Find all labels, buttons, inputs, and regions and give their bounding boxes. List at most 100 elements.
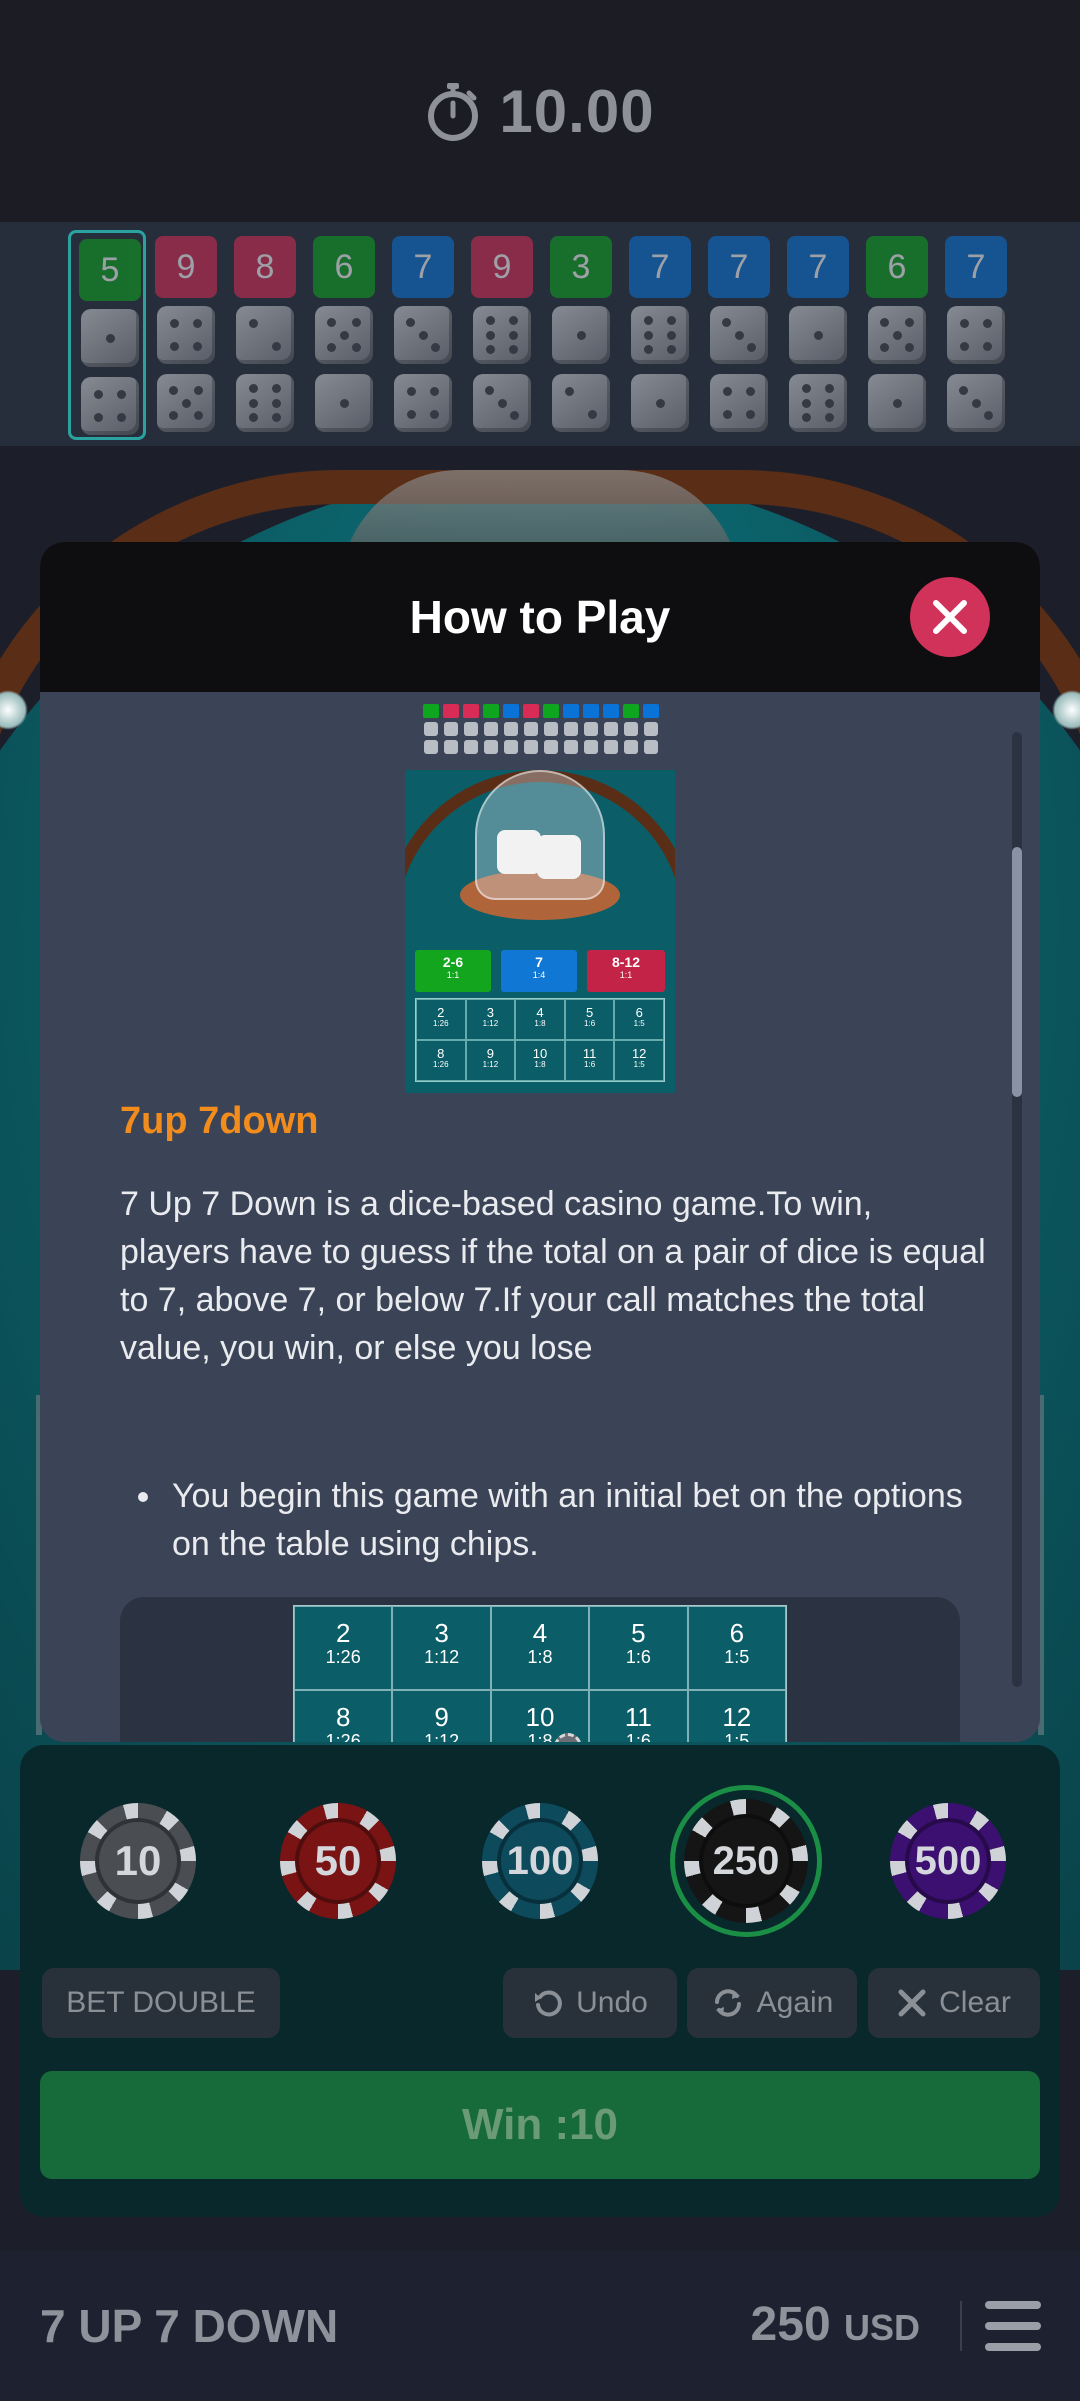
preview-bet-high: 8-12 1:1 <box>587 950 665 992</box>
bet-double-button[interactable]: BET DOUBLE <box>42 1968 280 2038</box>
stopwatch-icon <box>428 83 479 141</box>
scrollbar-thumb[interactable] <box>1012 847 1022 1097</box>
preview-history-die <box>484 740 498 754</box>
number-bet-cell: 5 1:6 <box>564 999 615 1040</box>
preview-history-cell <box>623 704 639 718</box>
history-column: 6 <box>858 230 936 440</box>
preview-bet-low: 2-6 1:1 <box>415 950 491 992</box>
history-die <box>868 374 926 432</box>
preview-die <box>537 835 581 879</box>
chip-500[interactable]: 500 <box>890 1803 1006 1919</box>
bet-double-label: BET DOUBLE <box>66 1986 256 2019</box>
undo-button[interactable]: Undo <box>503 1968 677 2038</box>
history-column: 9 <box>463 230 541 440</box>
preview-history-die <box>544 722 558 736</box>
close-button[interactable] <box>910 577 990 657</box>
chip-value: 100 <box>497 1818 583 1904</box>
number-bet-cell: 9 1:12 <box>465 1040 516 1081</box>
number-bet-cell: 5 1:6 <box>589 1606 688 1690</box>
preview-history-cell <box>563 704 579 718</box>
preview-history-die <box>544 740 558 754</box>
preview-number-grid: 2 1:26 3 1:12 4 1:8 5 1:6 6 1:5 8 1:26 9 1:12 10 1:8 11 1… <box>415 998 665 1082</box>
chip-250[interactable]: 250 <box>684 1799 808 1923</box>
how-to-play-modal: How to Play 2-6 1:1 7 1:4 8-12 1:1 2 1:2… <box>40 542 1040 1742</box>
number-bet-cell: 3 1:12 <box>392 1606 491 1690</box>
history-die <box>236 374 294 432</box>
number-bet-cell: 2 1:26 <box>416 999 466 1040</box>
history-die <box>473 374 531 432</box>
preview-history-cell <box>503 704 519 718</box>
preview-history-cell <box>643 704 659 718</box>
history-total: 7 <box>629 236 691 298</box>
preview-die <box>497 830 541 874</box>
preview-history-die <box>624 722 638 736</box>
history-total: 9 <box>471 236 533 298</box>
preview-history-die <box>444 722 458 736</box>
history-total: 3 <box>550 236 612 298</box>
modal-body[interactable]: 2-6 1:1 7 1:4 8-12 1:1 2 1:26 3 1:12 4 1:8 5 1:6 6 1… <box>40 692 1040 1742</box>
history-die <box>868 306 926 364</box>
number-bet-cell: 11 1:6 <box>564 1040 615 1081</box>
history-die <box>315 306 373 364</box>
number-bet-cell: 12 1:5 <box>687 1690 786 1742</box>
number-bet-cell: 101:810 <box>490 1690 590 1742</box>
history-total: 7 <box>392 236 454 298</box>
history-total: 6 <box>866 236 928 298</box>
history-column: 7 <box>621 230 699 440</box>
results-history: 598679377767 <box>0 222 1080 446</box>
chip-100[interactable]: 100 <box>482 1803 598 1919</box>
preview-history-die <box>424 722 438 736</box>
win-button[interactable]: Win :10 <box>40 2071 1040 2179</box>
history-total: 9 <box>155 236 217 298</box>
clear-button[interactable]: Clear <box>868 1968 1040 2038</box>
history-column: 6 <box>305 230 383 440</box>
preview-history-die <box>564 740 578 754</box>
history-die <box>947 306 1005 364</box>
footer-divider <box>960 2301 962 2351</box>
game-screen: 10.00 598679377767 How to Play 2-6 1:1 7… <box>0 0 1080 2401</box>
preview-history-cell <box>443 704 459 718</box>
balance-amount: 250 <box>750 2298 831 2351</box>
win-label: Win :10 <box>461 2100 619 2149</box>
preview-history-die <box>484 722 498 736</box>
history-column: 5 <box>68 230 146 440</box>
preview-history-die <box>444 740 458 754</box>
game-description: 7 Up 7 Down is a dice-based casino game.… <box>120 1185 986 1367</box>
history-total: 8 <box>234 236 296 298</box>
history-total: 7 <box>708 236 770 298</box>
chip-10[interactable]: 10 <box>80 1803 196 1919</box>
chip-value: 10 <box>95 1818 181 1904</box>
history-total: 7 <box>945 236 1007 298</box>
history-die <box>315 374 373 432</box>
preview-history-cell <box>543 704 559 718</box>
history-total: 6 <box>313 236 375 298</box>
example-table: 21:2631:1241:851:661:581:2691:12101:8101… <box>120 1597 960 1742</box>
preview-history-die <box>464 722 478 736</box>
chip-50[interactable]: 50 <box>280 1803 396 1919</box>
history-column: 7 <box>384 230 462 440</box>
section-title: 7up 7down <box>120 1100 319 1142</box>
history-die <box>81 309 139 367</box>
history-column: 3 <box>542 230 620 440</box>
clear-label: Clear <box>939 1986 1011 2019</box>
hamburger-menu-icon[interactable] <box>985 2301 1041 2351</box>
chip-value: 500 <box>905 1818 991 1904</box>
footer-bar: 7 UP 7 DOWN 250 USD <box>0 2251 1080 2401</box>
preview-history-die <box>524 740 538 754</box>
history-die <box>394 306 452 364</box>
preview-history <box>405 700 675 770</box>
preview-history-die <box>464 740 478 754</box>
number-bet-cell: 6 1:5 <box>614 999 664 1040</box>
again-button[interactable]: Again <box>687 1968 857 2038</box>
history-die <box>631 374 689 432</box>
history-die <box>157 306 215 364</box>
preview-history-cell <box>523 704 539 718</box>
game-preview-image: 2-6 1:1 7 1:4 8-12 1:1 2 1:26 3 1:12 4 1:8 5 1:6 6 1… <box>405 700 675 1093</box>
history-column: 7 <box>700 230 778 440</box>
history-die <box>394 374 452 432</box>
history-die <box>789 374 847 432</box>
preview-history-cell <box>423 704 439 718</box>
bet-panel: 10 50 100 250 500 BET DOUBLE Undo Again <box>20 1745 1060 2217</box>
timer-value: 10.00 <box>499 77 655 145</box>
history-die <box>552 306 610 364</box>
